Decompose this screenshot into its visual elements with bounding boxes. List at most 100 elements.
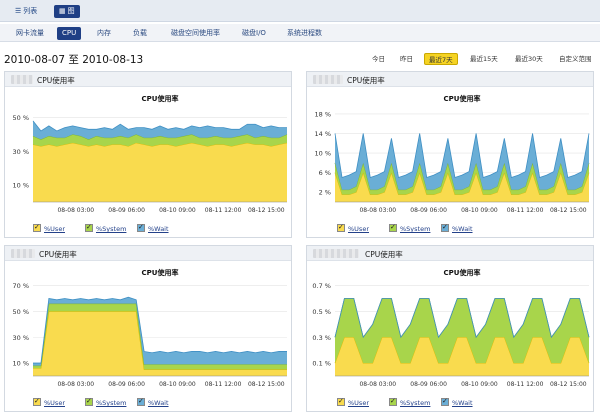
checkbox-icon	[389, 396, 397, 406]
tab-processes[interactable]: 系统进程数	[283, 27, 326, 40]
cpu-usage-chart: CPU使用率 10 % 30 % 50 % 08-08 03:00 08-09 06:00…	[12, 94, 288, 214]
y-tick-label: 0.7 %	[312, 282, 331, 290]
tab-cpu[interactable]: CPU	[57, 27, 82, 40]
cpu-chart-panel: CPU使用率 CPU使用率 10 % 30 % 50 % 70 % 08-08 03:00…	[4, 245, 292, 412]
x-tick-label: 08-11 12:00	[205, 207, 242, 214]
x-tick-label: 08-09 06:00	[108, 381, 145, 388]
checkbox-icon	[389, 222, 397, 232]
legend-wait-toggle[interactable]: %Wait	[441, 222, 473, 234]
y-tick-label: 6 %	[319, 169, 331, 177]
x-tick-label: 08-12 15:00	[550, 207, 587, 214]
panel-title: CPU使用率	[39, 250, 77, 259]
tab-network-traffic[interactable]: 网卡流量	[12, 27, 48, 40]
chart-title: CPU使用率	[444, 268, 481, 277]
x-tick-label: 08-10 09:00	[159, 207, 196, 214]
x-tick-label: 08-11 12:00	[507, 381, 544, 388]
range-today-button[interactable]: 今日	[369, 53, 388, 65]
area-wait	[335, 133, 589, 190]
legend-user-toggle[interactable]: %User	[33, 222, 65, 234]
panel-title: CPU使用率	[365, 250, 403, 259]
cpu-usage-chart: CPU使用率 2 % 6 % 10 % 14 % 18 % 08-08 03:00 08-09…	[314, 94, 590, 214]
legend-wait-toggle[interactable]: %Wait	[137, 222, 169, 234]
legend-user-toggle[interactable]: %User	[33, 396, 65, 408]
x-tick-label: 08-08 03:00	[359, 207, 396, 214]
checkbox-icon	[441, 222, 449, 232]
x-tick-label: 08-11 12:00	[205, 381, 242, 388]
x-tick-label: 08-08 03:00	[359, 381, 396, 388]
y-tick-label: 14 %	[314, 130, 331, 138]
line-wait	[334, 133, 590, 179]
panel-title: CPU使用率	[347, 76, 385, 85]
legend-user-toggle[interactable]: %User	[337, 396, 369, 408]
x-tick-label: 08-09 06:00	[410, 381, 447, 388]
y-tick-label: 10 %	[314, 150, 331, 158]
y-tick-label: 0.1 %	[312, 360, 331, 368]
range-30days-button[interactable]: 最近30天	[512, 53, 546, 65]
tab-load[interactable]: 负载	[129, 27, 151, 40]
y-tick-label: 10 %	[12, 182, 29, 190]
x-tick-label: 08-12 15:00	[248, 207, 285, 214]
legend-system-toggle[interactable]: %System	[85, 222, 126, 234]
checkbox-icon	[441, 396, 449, 406]
x-tick-label: 08-10 09:00	[461, 207, 498, 214]
checkbox-icon	[337, 222, 345, 232]
y-tick-label: 18 %	[314, 110, 331, 118]
y-tick-label: 0.3 %	[312, 334, 331, 342]
checkbox-icon	[85, 222, 93, 232]
redacted-host-label	[313, 249, 359, 258]
range-yesterday-button[interactable]: 昨日	[397, 53, 416, 65]
x-tick-label: 08-11 12:00	[507, 207, 544, 214]
legend-user-toggle[interactable]: %User	[337, 222, 369, 234]
cpu-chart-panel: CPU使用率 CPU使用率 0.1 % 0.3 % 0.5 % 0.7 % 08-08 0…	[306, 245, 594, 412]
range-custom-button[interactable]: 自定义范围	[556, 53, 595, 65]
legend-wait-toggle[interactable]: %Wait	[441, 396, 473, 408]
list-icon: ☰	[15, 7, 22, 15]
cpu-usage-chart: CPU使用率 0.1 % 0.3 % 0.5 % 0.7 % 08-08 03:00 08-…	[312, 268, 590, 388]
checkbox-icon	[33, 222, 41, 232]
checkbox-icon	[137, 396, 145, 406]
list-view-button[interactable]: ☰ 列表	[12, 5, 40, 18]
date-range-label: 2010-08-07 至 2010-08-13	[4, 54, 144, 66]
graph-view-button[interactable]: ▦ 图	[54, 5, 80, 18]
chart-legend: %User %System %Wait	[307, 222, 593, 236]
view-mode-bar: ☰ 列表 ▦ 图	[0, 0, 600, 22]
checkbox-icon	[33, 396, 41, 406]
legend-system-toggle[interactable]: %System	[389, 222, 430, 234]
area-user	[33, 142, 287, 202]
cpu-chart-panel: CPU使用率 CPU使用率 2 % 6 % 10 % 14 % 18 % 08-08 03:…	[306, 71, 594, 238]
metric-tabs: 网卡流量 CPU 内存 负载 磁盘空间使用率 磁盘I/O 系统进程数	[0, 24, 600, 42]
chart-legend: %User %System %Wait	[5, 396, 291, 410]
y-tick-label: 30 %	[12, 334, 29, 342]
x-tick-label: 08-09 06:00	[410, 207, 447, 214]
x-tick-label: 08-10 09:00	[461, 381, 498, 388]
chart-title: CPU使用率	[444, 94, 481, 103]
x-tick-label: 08-12 15:00	[550, 381, 587, 388]
x-tick-label: 08-08 03:00	[57, 381, 94, 388]
y-tick-label: 2 %	[319, 189, 331, 197]
range-7days-button[interactable]: 最近7天	[424, 53, 458, 65]
cpu-usage-chart: CPU使用率 10 % 30 % 50 % 70 % 08-08 03:00 08-09 0…	[12, 268, 287, 388]
x-tick-label: 08-12 15:00	[248, 381, 285, 388]
tab-memory[interactable]: 内存	[93, 27, 115, 40]
legend-system-toggle[interactable]: %System	[85, 396, 126, 408]
y-tick-label: 10 %	[12, 360, 29, 368]
chart-title: CPU使用率	[142, 268, 179, 277]
y-tick-label: 0.5 %	[312, 308, 331, 316]
chart-legend: %User %System %Wait	[307, 396, 593, 410]
legend-system-toggle[interactable]: %System	[389, 396, 430, 408]
redacted-host-label	[11, 249, 35, 258]
checkbox-icon	[337, 396, 345, 406]
y-tick-label: 70 %	[12, 282, 29, 290]
checkbox-icon	[137, 222, 145, 232]
x-tick-label: 08-10 09:00	[159, 381, 196, 388]
x-tick-label: 08-08 03:00	[57, 207, 94, 214]
panel-title: CPU使用率	[37, 76, 75, 85]
range-15days-button[interactable]: 最近15天	[467, 53, 501, 65]
legend-wait-toggle[interactable]: %Wait	[137, 396, 169, 408]
tab-disk-space[interactable]: 磁盘空间使用率	[167, 27, 224, 40]
tab-disk-io[interactable]: 磁盘I/O	[238, 27, 270, 40]
chart-legend: %User %System %Wait	[5, 222, 291, 236]
cpu-chart-panel: CPU使用率 CPU使用率 10 % 30 % 50 % 08-08 03:00 08-0…	[4, 71, 292, 238]
checkbox-icon	[85, 396, 93, 406]
redacted-host-label	[11, 75, 33, 84]
